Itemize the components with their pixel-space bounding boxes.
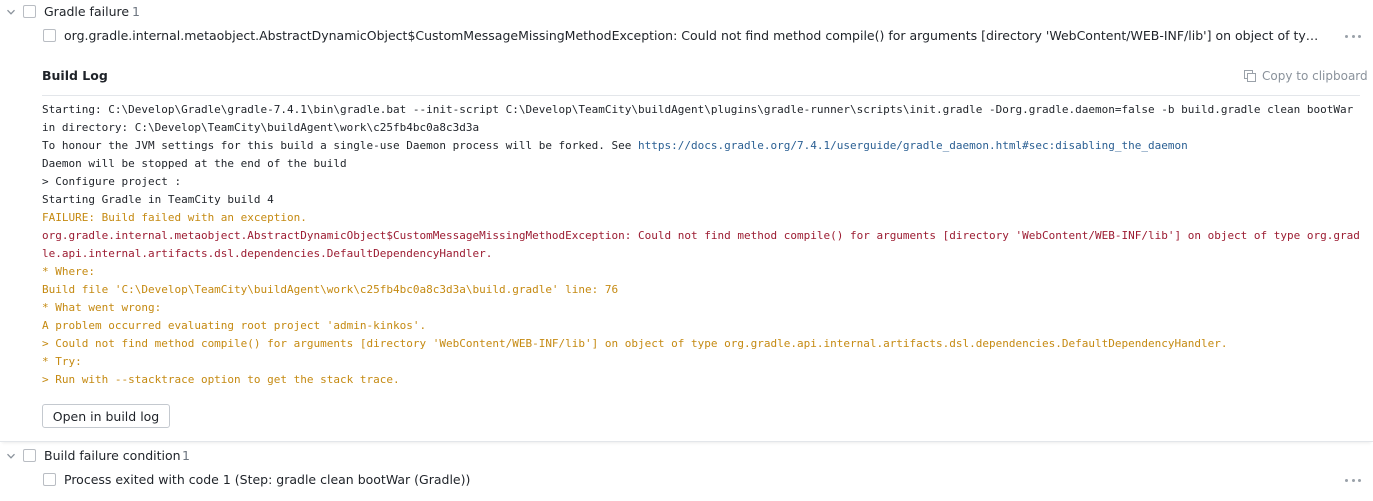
log-text: in directory: C:\Develop\TeamCity\buildA… [42,121,480,134]
log-line: Build file 'C:\Develop\TeamCity\buildAge… [42,281,1360,299]
group-count: 1 [132,4,140,19]
problem-checkbox[interactable] [43,29,56,42]
group-title: Gradle failure [44,4,130,19]
log-line: FAILURE: Build failed with an exception. [42,209,1360,227]
log-text: Build file 'C:\Develop\TeamCity\buildAge… [42,283,619,296]
log-line: * Try: [42,353,1360,371]
log-line: Daemon will be stopped at the end of the… [42,155,1360,173]
log-text: FAILURE: Build failed with an exception. [42,211,307,224]
log-text: > Run with --stacktrace option to get th… [42,373,400,386]
log-line: A problem occurred evaluating root proje… [42,317,1360,335]
log-line: Starting Gradle in TeamCity build 4 [42,191,1360,209]
log-text: A problem occurred evaluating root proje… [42,319,427,332]
log-line: le.api.internal.artifacts.dsl.dependenci… [42,245,1360,263]
chevron-down-icon[interactable] [6,451,16,461]
log-line: * Where: [42,263,1360,281]
build-log-output: Starting: C:\Develop\Gradle\gradle-7.4.1… [42,101,1360,389]
log-text: org.gradle.internal.metaobject.AbstractD… [42,229,1360,242]
build-log-title: Build Log [42,68,108,83]
more-icon[interactable] [1345,474,1361,486]
group-checkbox[interactable] [23,5,36,18]
log-text: * Where: [42,265,95,278]
group-count: 1 [182,448,190,463]
log-text: > Could not find method compile() for ar… [42,337,1228,350]
copy-to-clipboard-button[interactable]: Copy to clipboard [1243,68,1368,84]
log-text: To honour the JVM settings for this buil… [42,139,639,152]
log-link[interactable]: https://docs.gradle.org/7.4.1/userguide/… [638,139,1188,152]
copy-label: Copy to clipboard [1262,69,1368,83]
problem-checkbox[interactable] [43,473,56,486]
problem-text[interactable]: Process exited with code 1 (Step: gradle… [64,472,1326,487]
log-text: * Try: [42,355,82,368]
chevron-down-icon[interactable] [6,7,16,17]
log-text: Starting Gradle in TeamCity build 4 [42,193,274,206]
group-title: Build failure condition [44,448,181,463]
divider [42,95,1360,96]
log-text: Daemon will be stopped at the end of the… [42,157,347,170]
more-icon[interactable] [1345,30,1361,42]
log-line: To honour the JVM settings for this buil… [42,137,1360,155]
log-line: > Run with --stacktrace option to get th… [42,371,1360,389]
log-line: Starting: C:\Develop\Gradle\gradle-7.4.1… [42,101,1360,119]
log-text: Starting: C:\Develop\Gradle\gradle-7.4.1… [42,103,1354,116]
group-checkbox[interactable] [23,449,36,462]
copy-icon [1243,69,1257,83]
log-line: > Configure project : [42,173,1360,191]
problem-text[interactable]: org.gradle.internal.metaobject.AbstractD… [64,28,1326,43]
log-line: * What went wrong: [42,299,1360,317]
log-line: org.gradle.internal.metaobject.AbstractD… [42,227,1360,245]
log-text: le.api.internal.artifacts.dsl.dependenci… [42,247,493,260]
log-line: in directory: C:\Develop\TeamCity\buildA… [42,119,1360,137]
log-text: > Configure project : [42,175,182,188]
log-line: > Could not find method compile() for ar… [42,335,1360,353]
log-text: * What went wrong: [42,301,162,314]
open-in-build-log-button[interactable]: Open in build log [42,404,170,428]
